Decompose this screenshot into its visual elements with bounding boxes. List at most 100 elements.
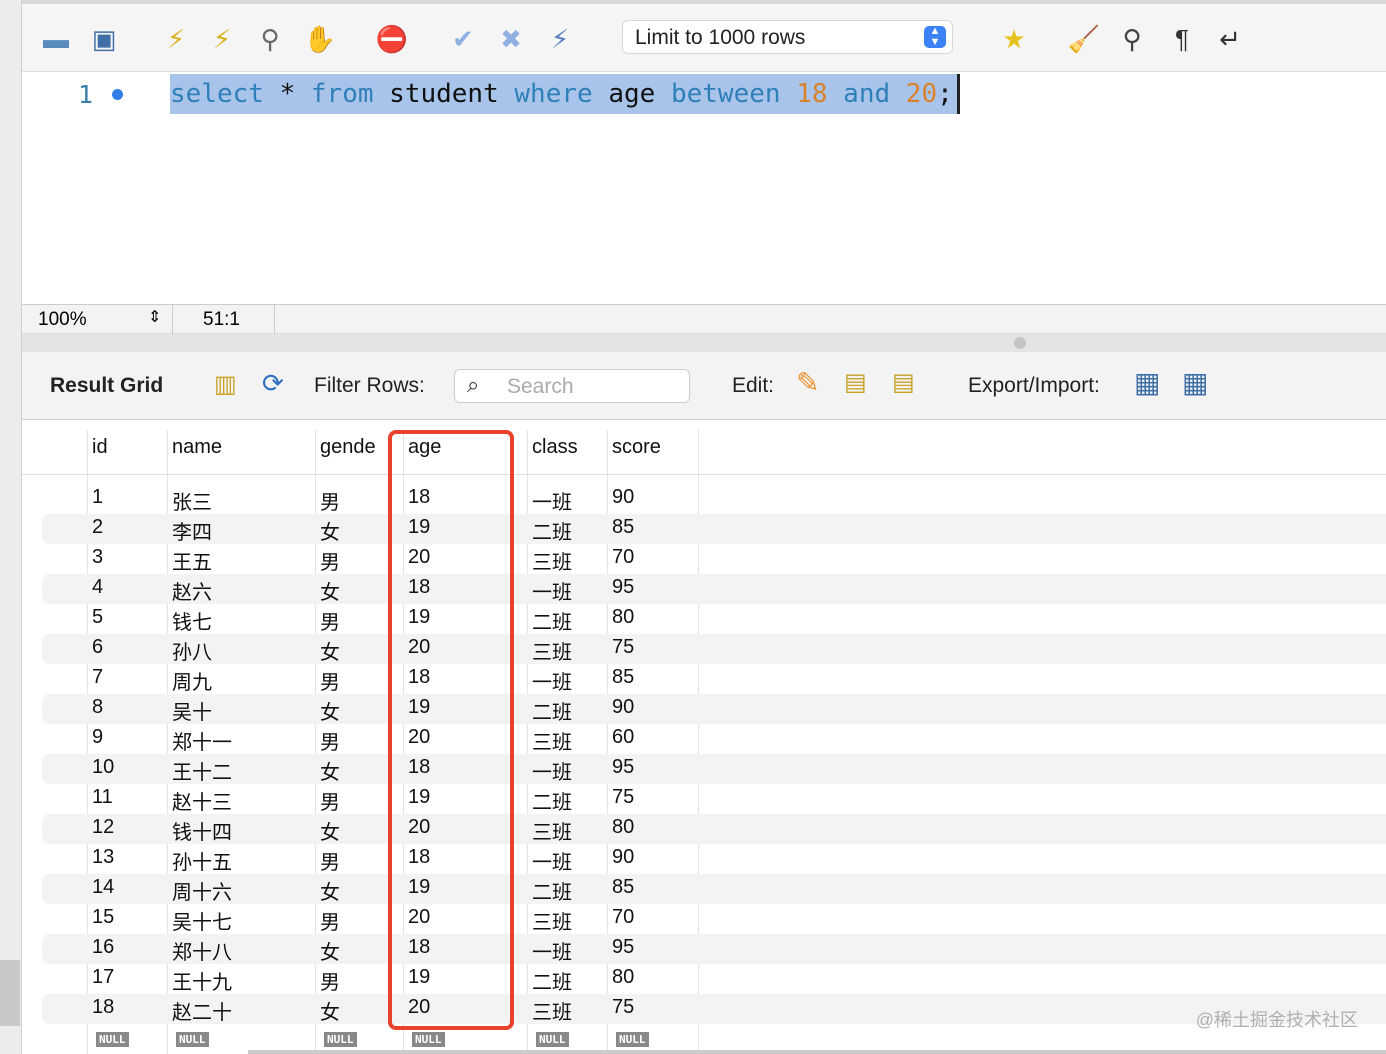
commit-icon[interactable]: ✔ [446,22,480,56]
save-icon[interactable]: ▣ [87,22,121,56]
table-row[interactable]: 5 钱七男 19 二班 80 [42,604,1386,634]
cell-score[interactable]: 95 [612,756,634,779]
sql-editor[interactable]: 1 select * from student where age betwee… [22,72,1386,304]
null-cell[interactable]: NULL [96,1032,129,1047]
cell-id[interactable]: 9 [92,726,103,749]
stop-on-error-icon[interactable]: ⛔ [375,22,409,56]
beautify-broom-icon[interactable]: 🧹 [1067,22,1101,56]
cell-name[interactable]: 郑十一 [172,726,232,755]
cell-score[interactable]: 80 [612,606,634,629]
rollback-icon[interactable]: ✖ [494,22,528,56]
table-row[interactable]: 15 吴十七男 20 三班 70 [42,904,1386,934]
cell-class[interactable]: 三班 [532,996,572,1025]
cell-id[interactable]: 16 [92,936,114,959]
edit-row-icon[interactable]: ✎ [796,366,819,399]
cell-gende[interactable]: 男 [320,486,340,515]
cell-class[interactable]: 二班 [532,696,572,725]
cell-id[interactable]: 5 [92,606,103,629]
cell-id[interactable]: 11 [92,786,113,809]
table-row[interactable]: 6 孙八女 20 三班 75 [42,634,1386,664]
cell-gende[interactable]: 女 [320,996,340,1025]
cell-name[interactable]: 赵二十 [172,996,232,1025]
table-row[interactable]: 8 吴十女 19 二班 90 [42,694,1386,724]
find-icon[interactable]: ⚲ [1115,22,1149,56]
table-row[interactable]: 7 周九男 18 一班 85 [42,664,1386,694]
cell-class[interactable]: 一班 [532,576,572,605]
cell-id[interactable]: 7 [92,666,103,689]
cell-score[interactable]: 85 [612,666,634,689]
cell-id[interactable]: 13 [92,846,114,869]
cell-class[interactable]: 三班 [532,636,572,665]
cell-name[interactable]: 孙八 [172,636,212,665]
cell-name[interactable]: 李四 [172,516,212,545]
cell-name[interactable]: 吴十 [172,696,212,725]
cell-name[interactable]: 吴十七 [172,906,232,935]
add-row-icon[interactable]: ▤ [844,368,867,397]
cell-class[interactable]: 二班 [532,606,572,635]
horizontal-scrollbar[interactable] [248,1050,1386,1054]
cell-score[interactable]: 75 [612,996,634,1019]
table-row[interactable]: 17 王十九男 19 二班 80 [42,964,1386,994]
cell-score[interactable]: 80 [612,966,634,989]
cell-score[interactable]: 70 [612,906,634,929]
execute-current-icon[interactable]: ⚡ [205,22,239,56]
cell-name[interactable]: 赵六 [172,576,212,605]
zoom-level[interactable]: 100% [38,309,87,331]
panel-splitter[interactable] [22,334,1386,352]
cell-score[interactable]: 60 [612,726,634,749]
cell-class[interactable]: 一班 [532,666,572,695]
table-row[interactable]: 16 郑十八女 18 一班 95 [42,934,1386,964]
column-header-id[interactable]: id [92,436,108,459]
cell-name[interactable]: 周十六 [172,876,232,905]
cell-name[interactable]: 孙十五 [172,846,232,875]
cell-score[interactable]: 90 [612,696,634,719]
table-row[interactable]: 9 郑十一男 20 三班 60 [42,724,1386,754]
zoom-stepper-icon[interactable]: ⇕ [148,307,161,327]
cell-class[interactable]: 三班 [532,546,572,575]
cell-score[interactable]: 90 [612,486,634,509]
cell-id[interactable]: 4 [92,576,103,599]
column-header-class[interactable]: class [532,436,578,459]
delete-row-icon[interactable]: ▤ [892,368,915,397]
cell-gende[interactable]: 女 [320,816,340,845]
column-header-name[interactable]: name [172,436,222,459]
table-row[interactable]: 2 李四女 19 二班 85 [42,514,1386,544]
sql-code[interactable]: select * from student where age between … [170,74,960,114]
cell-gende[interactable]: 女 [320,876,340,905]
import-icon[interactable]: ▦ [1182,366,1208,399]
cell-gende[interactable]: 女 [320,936,340,965]
cell-name[interactable]: 王十九 [172,966,232,995]
null-cell[interactable]: NULL [324,1032,357,1047]
cell-gende[interactable]: 男 [320,606,340,635]
cell-score[interactable]: 85 [612,516,634,539]
cell-score[interactable]: 75 [612,636,634,659]
execute-icon[interactable]: ⚡ [159,22,193,56]
limit-rows-select[interactable]: Limit to 1000 rows ▲ ▼ [622,20,953,54]
table-row[interactable]: 3 王五男 20 三班 70 [42,544,1386,574]
cell-score[interactable]: 95 [612,576,634,599]
null-cell[interactable]: NULL [616,1032,649,1047]
cell-name[interactable]: 钱七 [172,606,212,635]
cell-gende[interactable]: 女 [320,696,340,725]
cell-class[interactable]: 二班 [532,876,572,905]
cell-name[interactable]: 郑十八 [172,936,232,965]
cell-gende[interactable]: 男 [320,906,340,935]
table-row[interactable]: 11 赵十三男 19 二班 75 [42,784,1386,814]
cell-score[interactable]: 70 [612,546,634,569]
table-row[interactable]: 10 王十二女 18 一班 95 [42,754,1386,784]
cell-gende[interactable]: 女 [320,516,340,545]
cell-class[interactable]: 三班 [532,726,572,755]
cell-class[interactable]: 三班 [532,906,572,935]
cell-gende[interactable]: 男 [320,786,340,815]
invisible-chars-icon[interactable]: ¶ [1165,22,1199,56]
table-row[interactable]: 4 赵六女 18 一班 95 [42,574,1386,604]
cell-class[interactable]: 三班 [532,816,572,845]
table-row[interactable]: 12 钱十四女 20 三班 80 [42,814,1386,844]
cell-gende[interactable]: 男 [320,546,340,575]
cell-id[interactable]: 8 [92,696,103,719]
cell-score[interactable]: 75 [612,786,634,809]
explain-icon[interactable]: ⚲ [253,22,287,56]
cell-gende[interactable]: 女 [320,636,340,665]
table-row[interactable]: 18 赵二十女 20 三班 75 [42,994,1386,1024]
filter-search-input[interactable]: ⌕ Search [454,369,690,403]
